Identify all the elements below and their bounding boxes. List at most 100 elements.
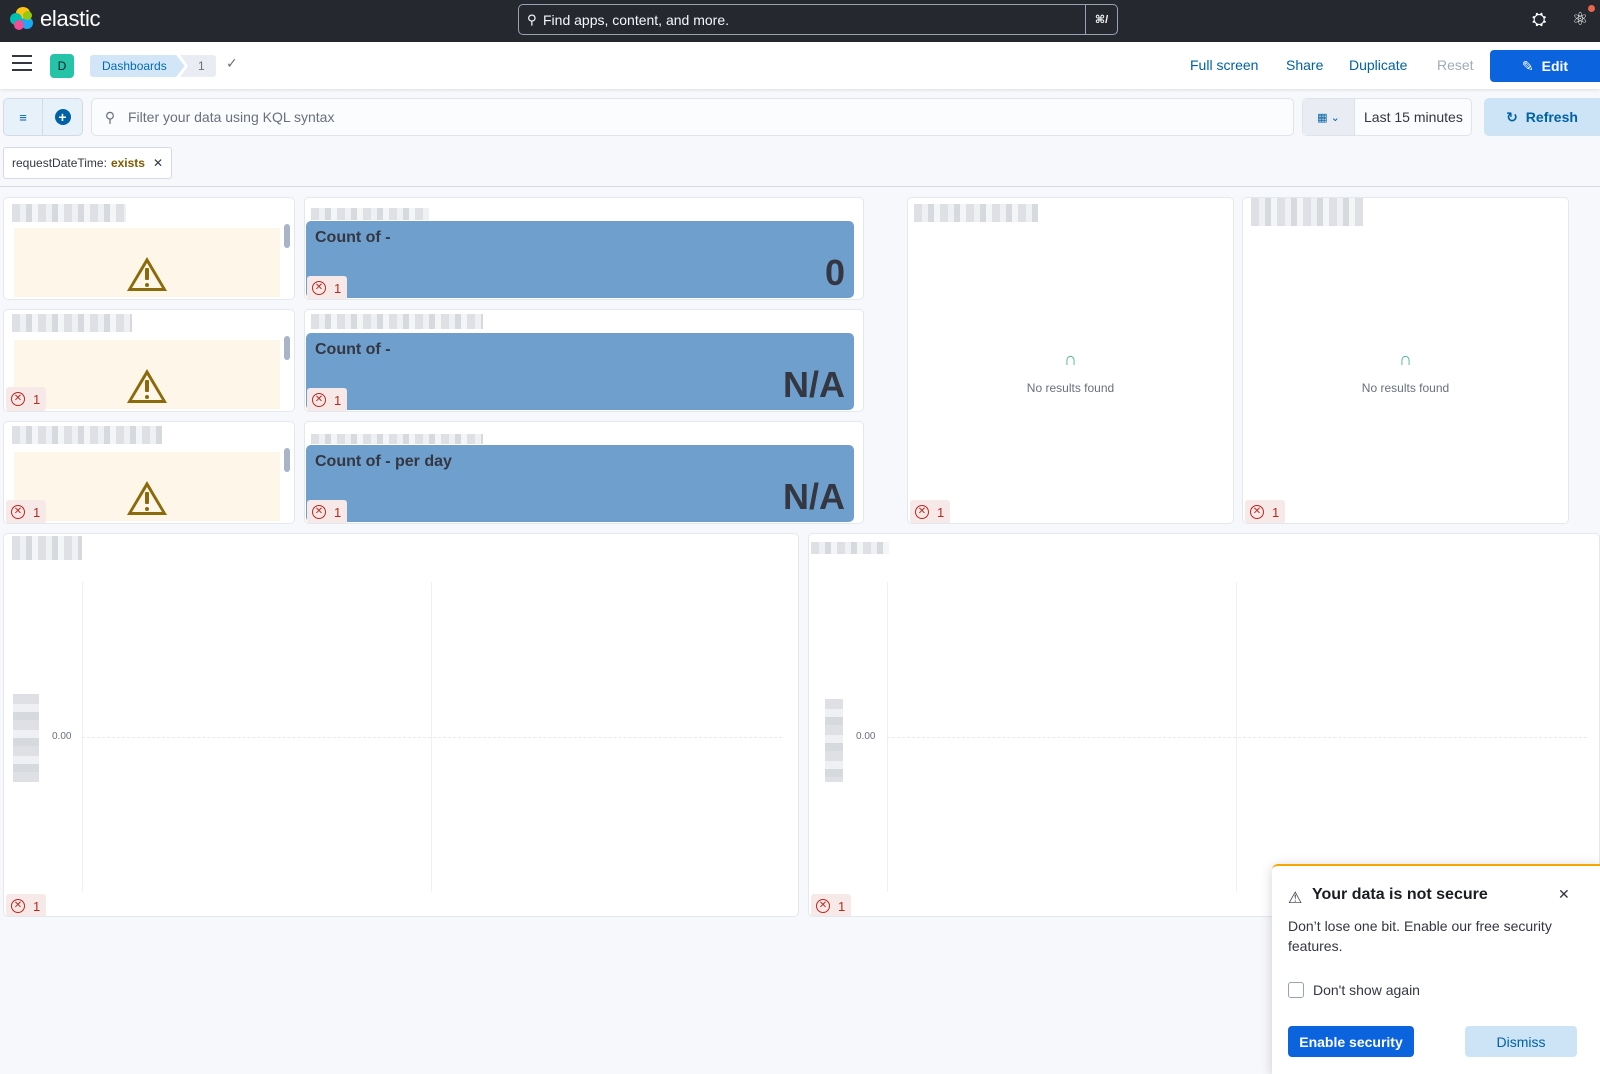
warning-icon [127,257,167,291]
error-count: 1 [334,392,342,408]
metric-value: 0 [824,252,845,293]
dismiss-button[interactable]: Dismiss [1465,1026,1577,1057]
close-icon[interactable]: ✕ [1558,886,1570,903]
panel-error-badge[interactable]: ✕ 1 [811,894,851,916]
news-feed-icon[interactable]: ⚛ [1572,9,1588,30]
panel-title-redacted [311,434,483,444]
metric-tile[interactable]: Count of - 0 [306,221,854,298]
remove-filter-icon[interactable]: ✕ [153,156,163,170]
error-icon: ✕ [915,505,929,519]
search-placeholder: Find apps, content, and more. [543,11,729,28]
search-icon: ⚲ [104,108,116,125]
error-count: 1 [838,898,846,914]
error-icon: ✕ [11,899,25,913]
full-screen-button[interactable]: Full screen [1190,57,1258,73]
metric-panel: Count of - per day N/A ✕ 1 [304,421,864,524]
metric-tile[interactable]: Count of - N/A [306,333,854,410]
panel-scrollbar[interactable] [284,224,290,248]
panel-error-badge[interactable]: ✕ 1 [6,500,46,523]
breadcrumb-current: 1 [180,55,216,77]
toast-title: Your data is not secure [1312,886,1488,903]
refresh-button[interactable]: ↻ Refresh [1484,98,1600,136]
error-icon: ✕ [312,393,326,407]
breadcrumb-dashboards[interactable]: Dashboards [90,55,185,77]
error-icon: ✕ [1250,505,1264,519]
metric-tile[interactable]: Count of - per day N/A [306,445,854,522]
axis-title-redacted [13,694,39,782]
saved-check-icon: ✓ [226,55,238,71]
panel-title-redacted [12,536,82,560]
panel-warning-area [14,228,280,297]
panel-title-redacted [12,426,162,444]
kql-query-input[interactable]: ⚲ Filter your data using KQL syntax [91,98,1294,136]
no-results-text: No results found [1026,381,1115,395]
panel-title-redacted [311,314,483,329]
metric-title: Count of - [315,341,391,358]
reset-button[interactable]: Reset [1437,57,1474,73]
chart-zero-line [887,737,1587,738]
calendar-icon[interactable]: ▦ ⌄ [1303,99,1355,135]
share-button[interactable]: Share [1286,57,1323,73]
y-axis-tick: 0.00 [856,731,876,742]
dashboard-top-nav: D Dashboards 1 ✓ Full screen Share Dupli… [0,42,1600,89]
checkbox[interactable] [1288,982,1304,998]
error-count: 1 [33,898,41,914]
enable-security-button[interactable]: Enable security [1288,1026,1414,1057]
error-count: 1 [937,504,945,520]
error-icon: ✕ [312,505,326,519]
date-range-text[interactable]: Last 15 minutes [1355,109,1463,125]
axis-title-redacted [825,699,843,782]
no-results-text: No results found [1361,381,1450,395]
space-avatar[interactable]: D [50,54,74,78]
date-picker[interactable]: ▦ ⌄ Last 15 minutes [1302,98,1472,136]
panel-title-redacted [914,204,1038,222]
filter-controls: ≡ + [3,98,83,136]
chart-panel: 0.00 ✕ 1 [3,533,799,917]
panel-error-badge[interactable]: ✕ 1 [307,276,347,299]
panel-title-redacted [811,542,889,554]
panel-scrollbar[interactable] [284,448,290,472]
error-count: 1 [334,280,342,296]
edit-button-label: Edit [1541,58,1569,74]
error-count: 1 [33,391,41,407]
error-icon: ✕ [312,281,326,295]
help-icon[interactable]: ⛭ [1532,9,1546,30]
panel-scrollbar[interactable] [284,336,290,360]
search-icon: ⚲ [527,11,537,27]
warning-panel: ✕ 1 [3,421,295,524]
panel-error-badge[interactable]: ✕ 1 [307,500,347,523]
warning-panel: ✕ 1 [3,309,295,412]
divider [0,186,1600,187]
edit-button[interactable]: ✎ Edit [1490,50,1600,82]
add-filter-button[interactable]: + [43,99,82,135]
toast-message: Don’t lose one bit. Enable our free secu… [1288,918,1552,954]
panel-warning-area [14,452,280,521]
panel-error-badge[interactable]: ✕ 1 [307,388,347,411]
error-count: 1 [334,504,342,520]
metric-value: N/A [783,476,845,517]
panel-title-redacted [12,314,132,332]
error-count: 1 [1272,504,1280,520]
refresh-label: Refresh [1525,109,1578,125]
notification-dot [1588,5,1595,12]
filter-operator: exists [110,156,145,170]
dont-show-again-checkbox[interactable]: Don't show again [1288,982,1420,998]
panel-error-badge[interactable]: ✕ 1 [910,500,950,523]
pencil-icon: ✎ [1521,57,1534,74]
elastic-logo[interactable]: elastic [10,6,101,32]
warning-panel [3,197,295,300]
global-search-input[interactable]: ⚲ Find apps, content, and more. ⌘/ [518,4,1118,35]
panel-error-badge[interactable]: ✕ 1 [1245,500,1285,523]
panel-error-badge[interactable]: ✕ 1 [6,894,46,916]
kql-placeholder: Filter your data using KQL syntax [128,109,335,125]
metric-title: Count of - per day [315,453,452,470]
filter-menu-icon[interactable]: ≡ [4,99,43,135]
metric-title: Count of - [315,229,391,246]
filter-field: requestDateTime: [12,156,107,170]
plus-icon: + [54,109,71,125]
filter-pill[interactable]: requestDateTime: exists ✕ [3,147,173,179]
hamburger-menu-icon[interactable] [12,55,32,71]
panel-error-badge[interactable]: ✕ 1 [6,387,46,411]
panel-warning-area [14,340,280,409]
duplicate-button[interactable]: Duplicate [1349,57,1407,73]
